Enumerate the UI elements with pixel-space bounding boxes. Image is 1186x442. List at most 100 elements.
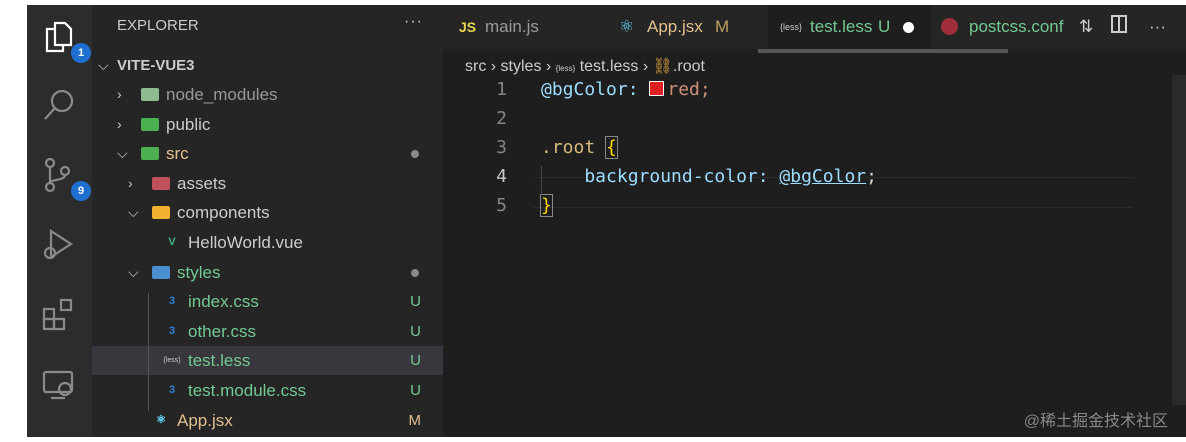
css-icon: 3	[168, 295, 176, 308]
folder-components-icon	[152, 206, 170, 220]
symbol-class-icon: ⛓	[652, 58, 673, 75]
explorer-icon[interactable]: 1	[41, 19, 91, 63]
item-name: assets	[177, 173, 227, 193]
tab-app-jsx[interactable]: ⚛ App.jsx M	[603, 5, 768, 49]
tab-test-less[interactable]: {less} test.less U	[768, 5, 931, 49]
workspace-root[interactable]: ⌵ VITE-VUE3	[92, 51, 443, 80]
scm-badge: 9	[71, 181, 91, 201]
vscode-window: 1 9 EXPLORER ··· ⌵ VITE-VUE3 › node_modul…	[27, 5, 1186, 437]
code-line: }	[540, 194, 553, 217]
tree-item[interactable]: ⌵ styles	[92, 258, 443, 287]
indent-guide	[541, 166, 542, 195]
more-actions-icon[interactable]: ···	[1149, 17, 1166, 37]
tree-item[interactable]: › public	[92, 110, 443, 139]
css-icon: 3	[168, 384, 176, 396]
tab-status: M	[715, 17, 730, 36]
tree-item[interactable]: › node_modules	[92, 80, 443, 109]
tree-item[interactable]: {less} test.less U	[92, 346, 443, 376]
tree-item[interactable]: ⌵ src	[92, 139, 443, 168]
item-name: node_modules	[166, 85, 278, 104]
chevron-down-icon[interactable]: ⌵	[128, 258, 139, 287]
item-name: index.css	[188, 292, 259, 312]
vue-icon: V	[168, 236, 176, 248]
git-status: U	[410, 352, 421, 370]
tab-label: App.jsx	[647, 17, 703, 36]
variable-link[interactable]: @bgColor	[779, 166, 866, 187]
editor: JS main.js ⚛ App.jsx M {less} test.less …	[443, 5, 1186, 437]
git-status: U	[410, 382, 421, 399]
chevron-down-icon[interactable]: ⌵	[117, 139, 128, 168]
tree-item[interactable]: ⚛ App.jsx M	[92, 406, 443, 435]
remote-explorer-icon[interactable]	[41, 367, 77, 403]
item-name: App.jsx	[177, 410, 233, 430]
item-name: components	[177, 203, 270, 223]
item-name: test.less	[188, 351, 251, 371]
breadcrumb: src › styles › {less} test.less › ⛓.root	[465, 58, 705, 75]
tree-item[interactable]: 3 index.css U	[92, 287, 443, 316]
tab-label: test.less	[810, 17, 873, 36]
modified-dot-icon	[411, 150, 419, 159]
chevron-right-icon[interactable]: ›	[128, 169, 133, 198]
tree-item[interactable]: ⌵ components	[92, 198, 443, 227]
folder-styles-icon	[152, 265, 170, 279]
crumb-file[interactable]: test.less	[580, 58, 639, 75]
run-debug-icon[interactable]	[41, 227, 77, 263]
item-name: styles	[177, 262, 221, 282]
chevron-right-icon[interactable]: ›	[117, 110, 122, 139]
vertical-scrollbar[interactable]	[1172, 75, 1186, 405]
less-icon: {less}	[163, 357, 181, 365]
folder-node-icon	[141, 88, 159, 101]
more-actions-button[interactable]: ···	[404, 13, 423, 31]
tab-status: U	[878, 17, 891, 36]
color-swatch-icon[interactable]	[649, 81, 665, 96]
activity-bar: 1 9	[27, 5, 92, 437]
git-status: U	[410, 322, 421, 340]
folder-assets-icon	[152, 176, 170, 190]
item-name: other.css	[188, 321, 257, 341]
react-icon: ⚛	[156, 413, 166, 426]
less-icon: {less}	[555, 64, 576, 73]
tree-item[interactable]: 3 other.css U	[92, 317, 443, 346]
tree-item[interactable]: V HelloWorld.vue	[92, 228, 443, 257]
open-changes-icon[interactable]: ⇅	[1079, 17, 1093, 37]
git-status: U	[410, 293, 421, 311]
chevron-down-icon[interactable]: ⌵	[128, 198, 139, 227]
split-editor-icon[interactable]	[1111, 15, 1127, 33]
explorer-badge: 1	[71, 43, 91, 63]
js-icon: JS	[459, 19, 477, 35]
search-icon[interactable]	[41, 87, 77, 123]
source-control-icon[interactable]: 9	[41, 157, 91, 201]
sidebar-title: EXPLORER	[117, 17, 199, 34]
extensions-icon[interactable]	[41, 297, 77, 333]
chevron-right-icon[interactable]: ›	[117, 80, 122, 109]
tree-item[interactable]: 3 test.module.css U	[92, 376, 443, 405]
item-name: HelloWorld.vue	[188, 233, 303, 252]
less-icon: {less}	[780, 22, 803, 32]
tab-scrollbar[interactable]	[758, 49, 1008, 53]
item-name: src	[166, 144, 189, 164]
unsaved-dot-icon[interactable]	[903, 22, 914, 33]
item-name: test.module.css	[188, 381, 307, 400]
react-icon: ⚛	[619, 17, 635, 36]
explorer-sidebar: EXPLORER ··· ⌵ VITE-VUE3 › node_modules › p…	[92, 5, 443, 437]
git-status: M	[408, 411, 422, 429]
chevron-down-icon: ⌵	[98, 57, 109, 73]
item-name: public	[166, 114, 211, 134]
line-number: 4	[496, 166, 507, 187]
indent-guide	[148, 293, 149, 411]
modified-dot-icon	[411, 268, 419, 277]
tab-main-js[interactable]: JS main.js	[443, 5, 603, 49]
crumb-src[interactable]: src	[465, 58, 486, 75]
code-line: @bgColor: red;	[541, 79, 711, 100]
crumb-symbol[interactable]: .root	[673, 58, 705, 75]
code-line: .root {	[541, 136, 618, 159]
css-icon: 3	[168, 324, 176, 337]
crumb-styles[interactable]: styles	[501, 58, 542, 75]
tree-item[interactable]: › assets	[92, 169, 443, 198]
postcss-icon	[941, 18, 958, 35]
folder-public-icon	[141, 117, 159, 131]
tab-postcss-config[interactable]: postcss.conf	[931, 5, 1076, 49]
watermark: @稀土掘金技术社区	[1023, 413, 1168, 430]
line-number: 2	[496, 108, 507, 129]
tab-label: postcss.conf	[969, 17, 1064, 36]
